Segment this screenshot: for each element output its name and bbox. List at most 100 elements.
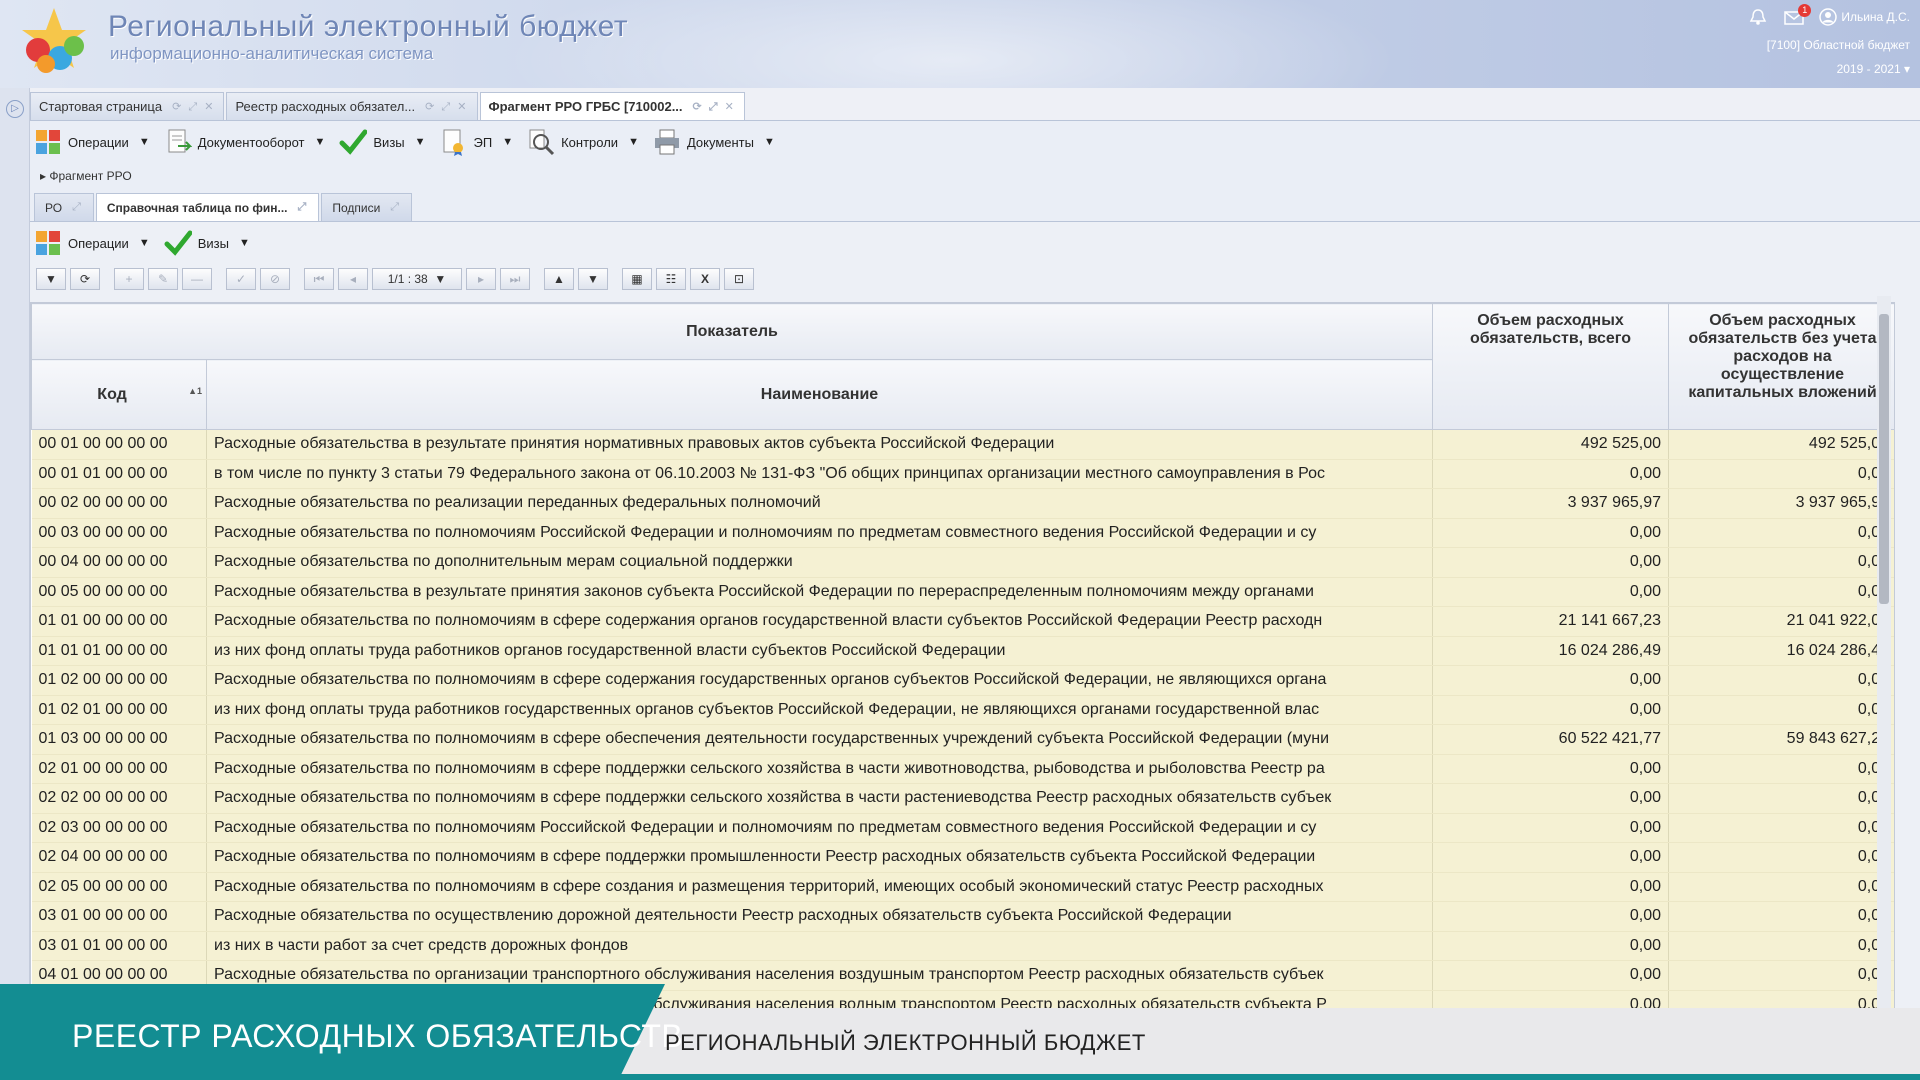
excel-export-button[interactable]: X (690, 268, 720, 290)
excel-icon: X (700, 272, 709, 286)
ep-label: ЭП (473, 134, 493, 150)
edit-button[interactable]: ✎ (148, 268, 178, 290)
confirm-button[interactable]: ✓ (226, 268, 256, 290)
visas-menu[interactable]: Визы ▼ (339, 128, 426, 156)
prev-page-button[interactable]: ◂ (338, 268, 368, 290)
docflow-icon (168, 129, 192, 153)
cell-nocap: 492 525,00 (1668, 429, 1894, 460)
pin-icon[interactable]: ⤢ (72, 201, 83, 214)
user-menu[interactable]: Ильина Д.С. (1819, 8, 1910, 26)
table-row[interactable]: 02 04 00 00 00 00 Расходные обязательства… (31, 842, 1894, 873)
delete-button[interactable]: — (182, 268, 212, 290)
tab-controls-icon[interactable]: ⟳ ⤢ ✕ (693, 100, 736, 114)
period-selector[interactable]: 2019 - 2021 ▾ (1747, 62, 1910, 76)
visas-label: Визы (197, 235, 229, 251)
table-row[interactable]: 01 02 01 00 00 00 из них фонд оплаты труд… (31, 695, 1894, 725)
tab-fragment-rro[interactable]: Фрагмент РРО ГРБС [710002... ⟳ ⤢ ✕ (479, 92, 745, 120)
cell-nocap: 0,00 (1668, 695, 1894, 725)
table-row[interactable]: 01 01 00 00 00 00 Расходные обязательства… (31, 606, 1894, 637)
cell-nocap: 16 024 286,49 (1668, 636, 1894, 666)
grid-view-button[interactable]: ▦ (622, 268, 652, 290)
col-code-header[interactable]: ▲1 Код (31, 359, 207, 430)
next-page-button[interactable]: ▸ (466, 268, 496, 290)
table-row[interactable]: 02 02 00 00 00 00 Расходные обязательства… (31, 783, 1894, 814)
pager-select[interactable]: 1/1 : 38 ▼ (372, 268, 462, 290)
subtab-ro[interactable]: РО ⤢ (34, 193, 94, 221)
table-row[interactable]: 03 01 00 00 00 00 Расходные обязательства… (31, 901, 1894, 932)
table-row[interactable]: 00 02 00 00 00 00 Расходные обязательства… (31, 488, 1894, 519)
refresh-icon: ⟳ (79, 272, 91, 286)
user-icon (1819, 8, 1838, 26)
table-row[interactable]: 00 04 00 00 00 00 Расходные обязательства… (31, 547, 1894, 578)
minus-icon: — (191, 272, 203, 286)
cancel-button[interactable]: ⊘ (260, 268, 290, 290)
subtab-signatures[interactable]: Подписи ⤢ (321, 193, 413, 221)
cell-name: Расходные обязательства по реализации пе… (206, 488, 1433, 519)
group-header: Показатель (31, 303, 1433, 360)
tab-start-page[interactable]: Стартовая страница ⟳ ⤢ ✕ (30, 92, 225, 120)
move-up-button[interactable]: ▲ (544, 268, 574, 290)
arrow-down-icon: ▼ (587, 272, 599, 286)
move-down-button[interactable]: ▼ (578, 268, 608, 290)
operations-menu[interactable]: Операции ▼ (34, 128, 150, 156)
table-row[interactable]: 02 03 00 00 00 00 Расходные обязательства… (31, 813, 1894, 843)
refresh-button[interactable]: ⟳ (70, 268, 100, 290)
cell-total: 0,00 (1432, 547, 1669, 578)
section-toggle[interactable]: ▸ Фрагмент РРО (40, 169, 132, 183)
sub-visas-menu[interactable]: Визы ▼ (164, 229, 250, 257)
sub-operations-menu[interactable]: Операции ▼ (34, 229, 150, 257)
vertical-scrollbar[interactable] (1877, 296, 1891, 1016)
table-row[interactable]: 02 01 00 00 00 00 Расходные обязательства… (31, 754, 1894, 784)
table-row[interactable]: 01 03 00 00 00 00 Расходные обязательства… (31, 724, 1894, 755)
cell-nocap: 0,00 (1668, 931, 1894, 961)
org-selector[interactable]: [7100] Областной бюджет (1747, 38, 1910, 52)
filter-button[interactable]: ▼ (36, 268, 66, 290)
col-nocap-header[interactable]: Объем расходных обязательств без учета р… (1668, 303, 1894, 430)
add-button[interactable]: + (114, 268, 144, 290)
last-page-button[interactable]: ⏭ (500, 268, 530, 290)
expand-nav-icon[interactable]: ▷ (6, 100, 24, 118)
main-panel: Операции ▼ Документооборот ▼ Визы ▼ ЭП ▼ Кон… (30, 120, 1920, 1012)
table-row[interactable]: 00 01 00 00 00 00 Расходные обязательства… (31, 429, 1894, 460)
subtab-label: Подписи (332, 200, 381, 215)
tab-label: Стартовая страница (39, 99, 163, 114)
table-row[interactable]: 03 01 01 00 00 00 из них в части работ за… (31, 931, 1894, 961)
subtab-label: Справочная таблица по фин... (106, 200, 288, 215)
first-page-icon: ⏮ (313, 271, 325, 286)
table-row[interactable]: 01 02 00 00 00 00 Расходные обязательства… (31, 665, 1894, 696)
tab-registry[interactable]: Реестр расходных обязател... ⟳ ⤢ ✕ (226, 92, 478, 120)
subtab-reference-table[interactable]: Справочная таблица по фин... ⤢ (95, 193, 320, 221)
table-row[interactable]: 02 05 00 00 00 00 Расходные обязательства… (31, 872, 1894, 902)
controls-menu[interactable]: Контроли ▼ (527, 128, 639, 156)
table-row[interactable]: 00 03 00 00 00 00 Расходные обязательства… (31, 518, 1894, 548)
tab-controls-icon[interactable]: ⟳ ⤢ ✕ (425, 100, 468, 114)
scrollbar-thumb[interactable] (1879, 314, 1889, 604)
cell-nocap: 0,00 (1668, 813, 1894, 843)
pin-icon[interactable]: ⤢ (390, 201, 401, 214)
tab-label: Реестр расходных обязател... (235, 99, 416, 114)
columns-button[interactable]: ☷ (656, 268, 686, 290)
tab-controls-icon[interactable]: ⟳ ⤢ ✕ (172, 100, 215, 114)
fit-button[interactable]: ⊡ (724, 268, 754, 290)
docflow-menu[interactable]: Документооборот ▼ (164, 128, 325, 156)
first-page-button[interactable]: ⏮ (304, 268, 334, 290)
col-name-header[interactable]: Наименование (206, 359, 1433, 430)
cell-total: 16 024 286,49 (1432, 636, 1669, 666)
bell-icon[interactable] (1747, 8, 1769, 26)
table-row[interactable]: 00 01 01 00 00 00 в том числе по пункту 3… (31, 459, 1894, 489)
expand-triangle-icon: ▸ (40, 169, 47, 183)
ep-menu[interactable]: ЭП ▼ (440, 128, 513, 156)
dropdown-arrow-icon: ▼ (238, 237, 250, 249)
table-row[interactable]: 00 05 00 00 00 00 Расходные обязательства… (31, 577, 1894, 607)
section-title: Фрагмент РРО (49, 169, 132, 183)
col-total-header[interactable]: Объем расходных обязательств, всего (1432, 303, 1669, 430)
controls-label: Контроли (561, 134, 619, 150)
pin-icon[interactable]: ⤢ (298, 201, 309, 214)
docflow-label: Документооборот (197, 134, 305, 150)
table-row[interactable]: 01 01 01 00 00 00 из них фонд оплаты труд… (31, 636, 1894, 666)
cell-nocap: 21 041 922,02 (1668, 606, 1894, 637)
cell-code: 00 03 00 00 00 00 (31, 518, 207, 548)
documents-menu[interactable]: Документы ▼ (653, 128, 775, 156)
banner-subtitle: РЕГИОНАЛЬНЫЙ ЭЛЕКТРОННЫЙ БЮДЖЕТ (665, 1030, 1146, 1055)
mail-icon[interactable]: 1 (1783, 4, 1812, 26)
